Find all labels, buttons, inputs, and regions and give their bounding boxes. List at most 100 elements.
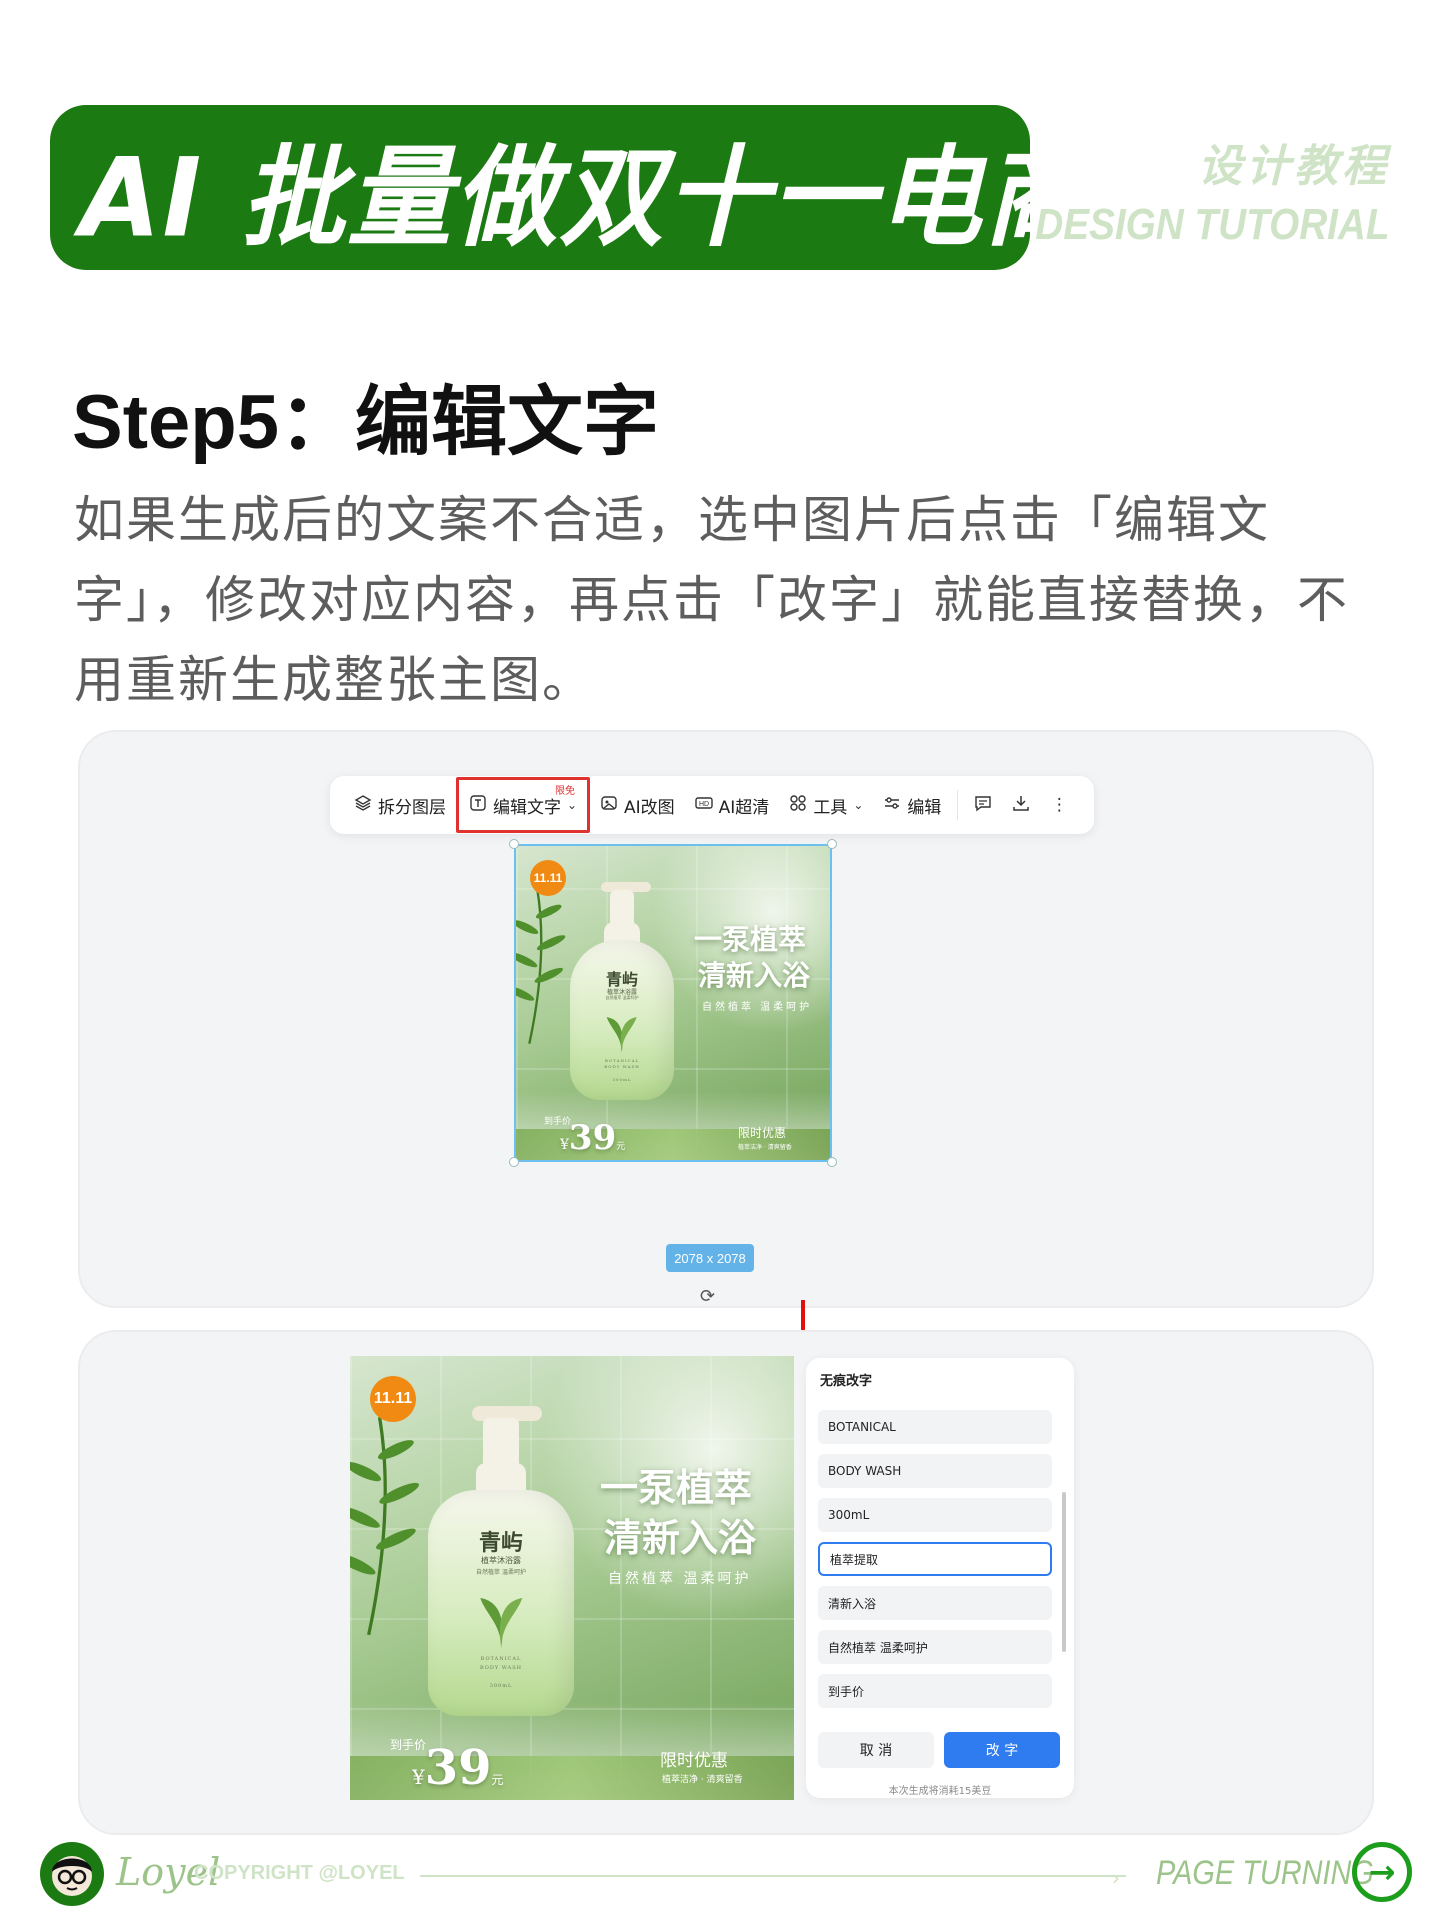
resize-handle[interactable]: [509, 839, 519, 849]
ai-edit-button[interactable]: AI改图: [590, 776, 685, 834]
comment-button[interactable]: [964, 776, 1002, 834]
panel-title: 无痕改字: [820, 1374, 873, 1389]
double-eleven-badge: 11.11: [370, 1376, 416, 1422]
download-button[interactable]: [1002, 776, 1040, 834]
fern-decoration: [516, 888, 566, 1045]
grid-icon: [789, 794, 807, 817]
text-field[interactable]: 300mL: [818, 1498, 1052, 1532]
text-field[interactable]: 到手价: [818, 1674, 1052, 1708]
price-unit: 元: [616, 1142, 626, 1152]
ai-hd-button[interactable]: HD AI超清: [685, 776, 780, 834]
ai-edit-label: AI改图: [624, 797, 675, 818]
comment-icon: [974, 794, 992, 817]
more-button[interactable]: ⋮: [1040, 776, 1078, 834]
step-description: 如果生成后的文案不合适，选中图片后点击「编辑文字」，修改对应内容，再点击「改字」…: [74, 491, 1349, 709]
scrollbar[interactable]: [1062, 1492, 1066, 1652]
avatar: [40, 1842, 104, 1906]
side-title: 设计教程 DESIGN TUTORIAL: [987, 130, 1390, 250]
text-field[interactable]: BODY WASH: [818, 1454, 1052, 1488]
editor-panel: 拆分图层 限免 编辑文字 ⌄ AI改图 HD AI超清 工具 ⌄ 编辑 ⋮ 11…: [78, 730, 1374, 1308]
image-size-tag: 2078 x 2078: [666, 1244, 754, 1272]
edit-text-label: 编辑文字: [493, 797, 561, 818]
arrow-right-icon: →: [1368, 1853, 1396, 1891]
side-title-en: DESIGN TUTORIAL: [1035, 200, 1390, 249]
leaf-icon: [607, 1016, 637, 1053]
next-page-button[interactable]: →: [1352, 1842, 1412, 1902]
promo-label: 限时优惠: [660, 1751, 728, 1771]
price-unit: 元: [491, 1773, 504, 1787]
limit-free-badge: 限免: [555, 786, 575, 797]
image-toolbar: 拆分图层 限免 编辑文字 ⌄ AI改图 HD AI超清 工具 ⌄ 编辑 ⋮: [330, 776, 1094, 834]
leaf-icon: [479, 1597, 523, 1648]
promo-label: 限时优惠: [738, 1126, 787, 1140]
layers-icon: [354, 794, 372, 817]
bottle-product-tag: 自然植萃 温柔呵护: [476, 1569, 526, 1576]
toolbar-divider: [957, 790, 959, 820]
tools-button[interactable]: 工具 ⌄: [779, 776, 873, 834]
svg-text:HD: HD: [699, 801, 709, 808]
bottle-en-1: BOTANICAL: [604, 1058, 640, 1063]
change-text-button[interactable]: 改 字: [944, 1732, 1060, 1768]
download-icon: [1012, 794, 1030, 817]
promo-subline: 植萃洁净 · 清爽留香: [662, 1775, 743, 1785]
page-turning-label: PAGE TURNING: [1156, 1854, 1374, 1892]
bottle-en-2: BODY WASH: [604, 1064, 640, 1070]
currency-symbol: ¥: [560, 1137, 569, 1153]
headline-subline: 自然植萃 温柔呵护: [608, 1571, 752, 1587]
product-image[interactable]: 11.11 青屿 植萃沐浴露 自然植萃 温柔呵护 BOTANICAL BODY …: [516, 846, 830, 1160]
product-bottle: 青屿 植萃沐浴露 自然植萃 温柔呵护 BOTANICAL BODY WASH 3…: [570, 881, 674, 1100]
ai-image-icon: [600, 794, 618, 817]
sliders-icon: [883, 794, 901, 817]
headline-line-1: 一泵植萃: [600, 1465, 753, 1510]
text-box-icon: [469, 794, 487, 817]
seamless-text-edit-panel: 无痕改字 BOTANICAL BODY WASH 300mL 植萃提取 清新入浴…: [806, 1358, 1074, 1798]
price-value: 39: [424, 1740, 492, 1796]
bottle-brand: 青屿: [478, 1530, 523, 1557]
edit-text-button[interactable]: 限免 编辑文字 ⌄: [456, 777, 590, 833]
resize-handle[interactable]: [827, 1157, 837, 1167]
resize-handle[interactable]: [509, 1157, 519, 1167]
text-field[interactable]: 自然植萃 温柔呵护: [818, 1630, 1052, 1664]
cancel-button[interactable]: 取 消: [818, 1732, 934, 1768]
price-value: 39: [568, 1118, 617, 1158]
text-field[interactable]: BOTANICAL: [818, 1410, 1052, 1444]
headline-line-2: 清新入浴: [604, 1515, 757, 1560]
resize-handle[interactable]: [827, 839, 837, 849]
tools-label: 工具: [813, 797, 848, 818]
headline-line-2: 清新入浴: [698, 959, 811, 992]
split-layers-button[interactable]: 拆分图层: [344, 776, 456, 834]
currency-symbol: ¥: [412, 1765, 425, 1789]
edit-label: 编辑: [907, 797, 942, 818]
bottle-product-name: 植萃沐浴露: [481, 1556, 521, 1566]
ai-hd-label: AI超清: [718, 797, 770, 818]
product-image-preview: 11.11 青屿 植萃沐浴露 自然植萃 温柔呵护 BOTANICAL BODY …: [350, 1356, 794, 1800]
headline-line-1: 一泵植萃: [694, 923, 807, 956]
promo-subline: 植萃洁净 · 清爽留香: [738, 1144, 792, 1151]
text-field[interactable]: 清新入浴: [818, 1586, 1052, 1620]
headline-subline: 自然植萃 温柔呵护: [702, 1002, 813, 1013]
split-layers-label: 拆分图层: [378, 797, 446, 818]
rotate-icon[interactable]: ⟳: [700, 1286, 715, 1307]
more-vertical-icon: ⋮: [1050, 795, 1068, 815]
edit-text-panel: 11.11 青屿 植萃沐浴露 自然植萃 温柔呵护 BOTANICAL BODY …: [78, 1330, 1374, 1835]
double-eleven-badge: 11.11: [530, 860, 566, 896]
step-title: Step5：编辑文字: [72, 380, 659, 465]
chevron-down-icon: ⌄: [853, 798, 864, 812]
arrow-right-icon: ›: [1112, 1866, 1120, 1890]
bottle-volume: 300mL: [489, 1683, 513, 1690]
fern-decoration: [350, 1416, 420, 1636]
bottle-en-2: BODY WASH: [479, 1665, 523, 1672]
footer-divider: [420, 1875, 1126, 1877]
bottle-product-tag: 自然植萃 温柔呵护: [605, 995, 639, 1000]
price: ¥39元: [560, 1118, 625, 1158]
hd-icon: HD: [694, 794, 713, 817]
edit-button[interactable]: 编辑: [873, 776, 951, 834]
text-field-active[interactable]: 植萃提取: [818, 1542, 1052, 1576]
product-bottle: 青屿 植萃沐浴露 自然植萃 温柔呵护 BOTANICAL BODY WASH 3…: [428, 1406, 574, 1716]
price: ¥39元: [412, 1740, 504, 1796]
title-banner: AI 批量做双十一电商设计: [50, 105, 1299, 270]
footer-copyright: COPYRIGHT @LOYEL: [194, 1862, 405, 1884]
cost-note: 本次生成将消耗15美豆: [888, 1786, 992, 1797]
chevron-down-icon: ⌄: [567, 798, 578, 812]
side-title-cn: 设计教程: [1198, 141, 1390, 192]
